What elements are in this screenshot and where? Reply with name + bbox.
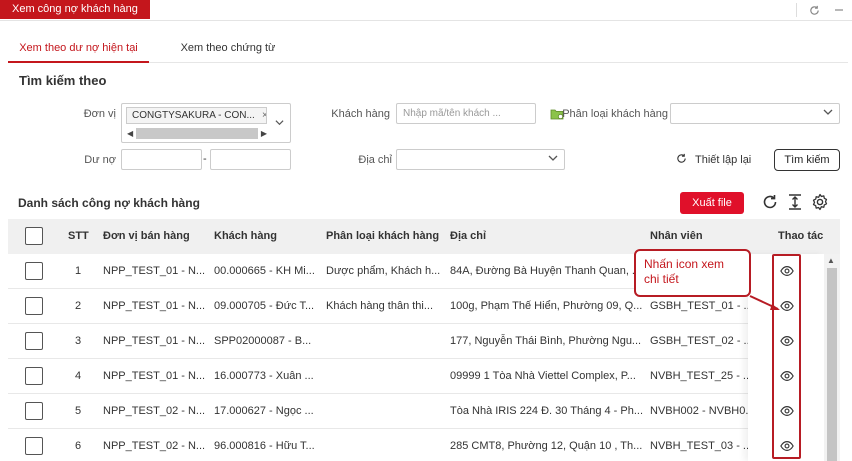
row-checkbox[interactable] [25, 402, 43, 420]
col-thao-tac: Thao tác [778, 230, 824, 242]
don-vi-chip: CONGTYSAKURA - CON... × [126, 107, 267, 124]
table-row[interactable]: 3 NPP_TEST_01 - N... SPP02000087 - B... 177… [8, 324, 840, 359]
topbar-divider [796, 3, 797, 17]
view-tabs: Xem theo dư nợ hiện tại Xem theo chứng t… [8, 36, 848, 63]
row-checkbox[interactable] [25, 332, 43, 350]
don-vi-multiselect[interactable]: CONGTYSAKURA - CON... × ◀ ▶ [121, 103, 291, 143]
cell-dia-chi: 84A, Đường Bà Huyện Thanh Quan, ... [450, 265, 642, 277]
callout-note: Nhấn icon xem chi tiết [634, 249, 751, 297]
chevron-down-icon [548, 153, 558, 166]
khach-hang-input[interactable]: Nhập mã/tên khách ... [396, 103, 536, 124]
reset-label: Thiết lập lại [695, 154, 752, 166]
window-tab-title[interactable]: Xem công nợ khách hàng [0, 0, 150, 19]
select-all-checkbox[interactable] [25, 227, 43, 245]
cell-khach-hang: 96.000816 - Hữu T... [214, 440, 315, 452]
cell-don-vi: NPP_TEST_01 - N... [103, 300, 206, 312]
cell-dia-chi: 100g, Phạm Thế Hiển, Phường 09, Q... [450, 300, 643, 312]
cell-phan-loai [326, 359, 446, 393]
table-scroll-thumb[interactable] [827, 268, 837, 461]
cell-nhan-vien: NVBH002 - NVBH0... [650, 405, 754, 417]
du-no-from-input[interactable] [121, 149, 202, 170]
col-khach-hang: Khách hàng [214, 230, 277, 242]
refresh-icon[interactable] [803, 2, 825, 18]
du-no-separator: - [203, 153, 207, 165]
reset-button[interactable]: Thiết lập lại [676, 150, 751, 170]
row-checkbox[interactable] [25, 437, 43, 455]
cell-khach-hang: 00.000665 - KH Mi... [214, 265, 315, 277]
col-don-vi: Đơn vị bán hàng [103, 230, 190, 242]
top-bar: Xem công nợ khách hàng [0, 0, 852, 21]
cell-phan-loai [326, 394, 446, 428]
don-vi-label: Đơn vị [83, 108, 116, 120]
cell-nhan-vien: GSBH_TEST_02 - ... [650, 335, 753, 347]
du-no-to-input[interactable] [210, 149, 291, 170]
col-stt: STT [68, 230, 89, 242]
table-row[interactable]: 6 NPP_TEST_02 - N... 96.000816 - Hữu T... 2… [8, 429, 840, 461]
chevron-down-icon[interactable] [275, 118, 284, 130]
cell-dia-chi: 09999 1 Tòa Nhà Viettel Complex, P... [450, 370, 636, 382]
cell-phan-loai [326, 324, 446, 358]
cell-stt: 5 [74, 405, 82, 417]
column-height-icon[interactable] [787, 193, 803, 211]
don-vi-chip-text: CONGTYSAKURA - CON... [132, 110, 255, 121]
cell-don-vi: NPP_TEST_01 - N... [103, 370, 206, 382]
cell-nhan-vien: NVBH_TEST_03 - ... [650, 440, 753, 452]
khach-hang-label: Khách hàng [331, 108, 390, 120]
minimize-icon[interactable] [828, 2, 850, 18]
settings-icon[interactable] [811, 193, 829, 211]
cell-stt: 6 [74, 440, 82, 452]
reload-icon[interactable] [761, 193, 779, 211]
table-row[interactable]: 4 NPP_TEST_01 - N... 16.000773 - Xuân ... 0… [8, 359, 840, 394]
scroll-up-icon[interactable]: ▲ [827, 256, 835, 265]
chip-remove-icon[interactable]: × [262, 108, 266, 123]
cell-don-vi: NPP_TEST_02 - N... [103, 440, 206, 452]
cell-don-vi: NPP_TEST_01 - N... [103, 265, 206, 277]
cell-dia-chi: 177, Nguyễn Thái Bình, Phường Ngu... [450, 335, 642, 347]
cell-don-vi: NPP_TEST_01 - N... [103, 335, 206, 347]
dia-chi-select[interactable] [396, 149, 565, 170]
cell-phan-loai: Khách hàng thân thi... [326, 300, 434, 312]
table-scrollbar[interactable]: ▲ [824, 254, 840, 461]
cell-khach-hang: 16.000773 - Xuân ... [214, 370, 314, 382]
table-row[interactable]: 5 NPP_TEST_02 - N... 17.000627 - Ngọc ... T… [8, 394, 840, 429]
scroll-right-icon[interactable]: ▶ [261, 127, 267, 140]
row-checkbox[interactable] [25, 297, 43, 315]
cell-dia-chi: 285 CMT8, Phường 12, Quận 10 , Th... [450, 440, 643, 452]
callout-arrow [749, 295, 780, 310]
phan-loai-label: Phân loại khách hàng [562, 108, 668, 120]
export-button[interactable]: Xuất file [680, 192, 744, 214]
phan-loai-select[interactable] [670, 103, 840, 124]
cell-dia-chi: Tòa Nhà IRIS 224 Đ. 30 Tháng 4 - Ph... [450, 405, 644, 417]
list-title: Danh sách công nợ khách hàng [18, 196, 200, 210]
chip-scroll-thumb[interactable] [136, 128, 258, 139]
col-phan-loai: Phân loại khách hàng [326, 230, 440, 242]
chevron-down-icon [823, 107, 833, 120]
row-checkbox[interactable] [25, 367, 43, 385]
reload-icon [676, 153, 687, 167]
cell-khach-hang: SPP02000087 - B... [214, 335, 312, 347]
scroll-left-icon[interactable]: ◀ [127, 127, 133, 140]
search-button[interactable]: Tìm kiếm [774, 149, 840, 171]
cell-khach-hang: 09.000705 - Đức T... [214, 300, 315, 312]
search-section-title: Tìm kiếm theo [19, 73, 107, 88]
eye-icons-highlight [772, 254, 801, 459]
row-checkbox[interactable] [25, 262, 43, 280]
cell-stt: 1 [74, 265, 82, 277]
cell-stt: 3 [74, 335, 82, 347]
cell-khach-hang: 17.000627 - Ngọc ... [214, 405, 314, 417]
cell-stt: 4 [74, 370, 82, 382]
tab-by-document[interactable]: Xem theo chứng từ [168, 36, 288, 63]
cell-stt: 2 [74, 300, 82, 312]
tab-current-debt[interactable]: Xem theo dư nợ hiện tại [8, 36, 149, 63]
cell-phan-loai: Dược phẩm, Khách h... [326, 265, 441, 277]
cell-don-vi: NPP_TEST_02 - N... [103, 405, 206, 417]
du-no-label: Dư nợ [84, 154, 116, 166]
col-dia-chi: Địa chỉ [450, 230, 487, 242]
cell-nhan-vien: NVBH_TEST_25 - ... [650, 370, 753, 382]
chip-scrollbar[interactable]: ◀ ▶ [126, 127, 267, 140]
cell-phan-loai [326, 429, 446, 461]
dia-chi-label: Địa chỉ [358, 154, 392, 166]
